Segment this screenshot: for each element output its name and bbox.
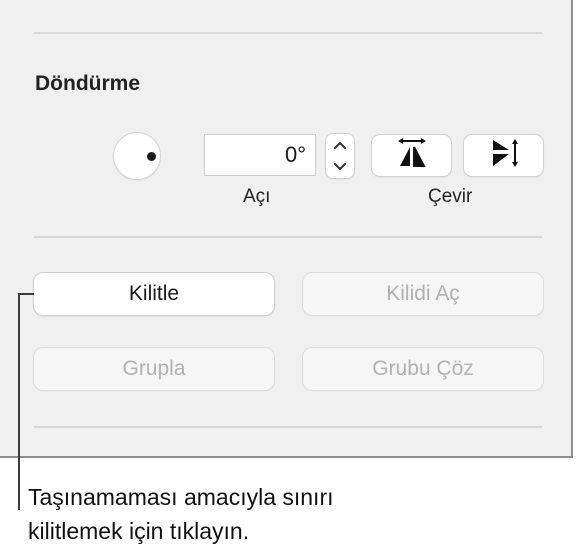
rotation-knob-indicator [147,152,156,161]
top-divider [34,32,542,34]
caption-line-1: Taşınamaması amacıyla sınırı [28,484,334,510]
flip-vertical-icon [395,138,429,173]
middle-divider [34,236,542,238]
angle-input[interactable]: 0° [204,134,316,176]
unlock-button[interactable]: Kilidi Aç [303,273,543,315]
angle-stepper[interactable] [326,134,354,178]
rotate-section-title: Döndürme [35,72,140,95]
angle-label: Açı [243,186,271,207]
callout-caption: Taşınamaması amacıyla sınırı kilitlemek … [28,480,568,548]
ungroup-button[interactable]: Grubu Çöz [303,348,543,390]
flip-horizontal-icon [487,137,521,174]
callout-line-tick [18,293,34,295]
chevron-up-icon[interactable] [326,134,354,156]
bottom-divider [34,426,542,428]
caption-line-2: kilitlemek için tıklayın. [28,518,250,544]
callout-line [18,293,20,510]
rotation-knob-icon[interactable] [114,133,160,179]
lock-button[interactable]: Kilitle [34,273,274,315]
chevron-down-icon[interactable] [326,156,354,178]
group-button[interactable]: Grupla [34,348,274,390]
flip-horizontal-button[interactable] [464,135,543,176]
flip-vertical-button[interactable] [372,135,451,176]
inspector-panel: Döndürme 0° Açı Çevir Kilitle Kilidi Aç … [0,0,573,458]
flip-label: Çevir [428,186,473,207]
